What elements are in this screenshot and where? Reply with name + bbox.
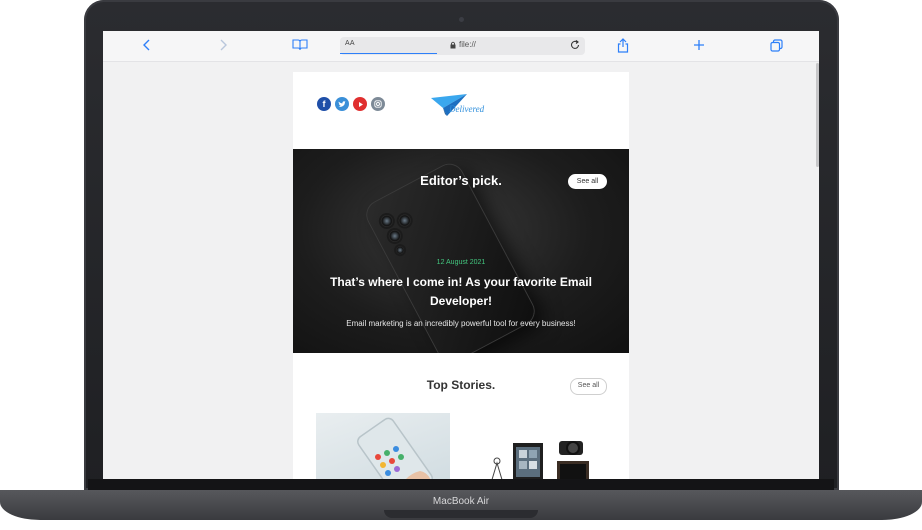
instagram-icon[interactable] [371,97,385,111]
email-newsletter: f Delivered Editor’s pick. See all 12 Au… [293,72,629,479]
reload-icon[interactable] [569,39,581,51]
browser-screen: AA file:// f Delivered Editor’s pick. Se… [103,31,819,479]
email-header: f Delivered [293,72,629,149]
hand-phone-illustration [357,417,433,479]
delivered-logo: Delivered [429,92,495,124]
share-icon[interactable] [615,37,631,53]
top-stories-see-all-button[interactable]: See all [570,378,607,395]
loading-progress [340,53,437,54]
lock-icon [450,41,456,49]
page-scrollbar[interactable] [816,63,819,167]
laptop-mockup: AA file:// f Delivered Editor’s pick. Se… [0,0,922,530]
facebook-icon[interactable]: f [317,97,331,111]
device-brand-label: MacBook Air [432,496,490,507]
book-icon[interactable] [292,37,308,53]
twitter-icon[interactable] [335,97,349,111]
url-text: file:// [459,40,476,49]
new-tab-icon[interactable] [691,37,707,53]
laptop-thumb-notch [384,510,538,518]
tabs-icon[interactable] [768,37,784,53]
story-thumbnail-desk[interactable] [473,413,607,479]
logo-text: Delivered [449,104,485,114]
story-thumbnail-phone[interactable] [316,413,450,479]
laptop-hinge [88,479,834,490]
top-stories-title: Top Stories. [426,378,496,392]
back-icon[interactable] [139,37,155,53]
reader-aa-button[interactable]: AA [345,40,355,47]
camera-icon [459,17,464,22]
hero-date: 12 August 2021 [436,259,486,266]
browser-toolbar: AA file:// [103,31,819,62]
hero-see-all-button[interactable]: See all [568,174,607,189]
desk-camera-illustration [491,441,589,479]
hero-headline[interactable]: That’s where I come in! As your favorite… [323,273,599,311]
editors-pick-hero: Editor’s pick. See all 12 August 2021 Th… [293,149,629,353]
hero-subtext: Email marketing is an incredibly powerfu… [346,319,576,328]
youtube-icon[interactable] [353,97,367,111]
address-bar[interactable]: AA file:// [340,37,585,55]
forward-icon[interactable] [215,37,231,53]
